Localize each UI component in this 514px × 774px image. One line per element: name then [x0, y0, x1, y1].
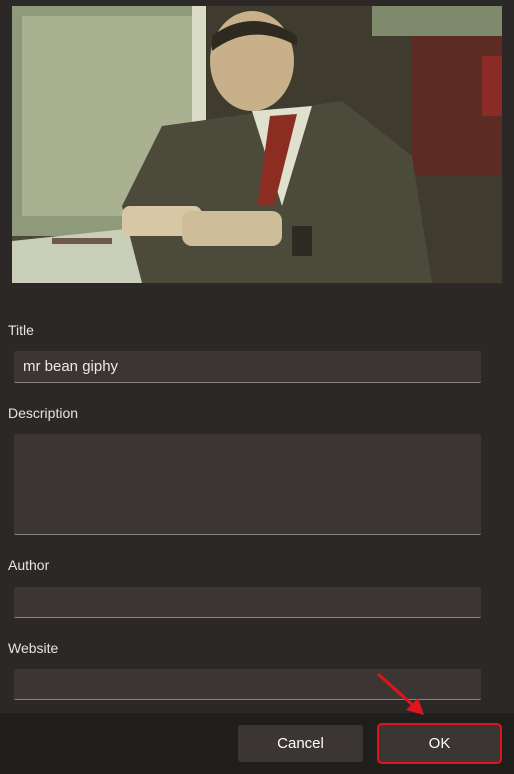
description-textarea[interactable] [14, 434, 481, 535]
preview-illustration [12, 6, 502, 283]
dialog-footer: Cancel OK [0, 713, 514, 774]
author-input[interactable] [14, 587, 481, 618]
gif-preview-image [12, 6, 502, 283]
website-label: Website [8, 640, 59, 656]
author-label: Author [8, 557, 50, 573]
cancel-button[interactable]: Cancel [238, 725, 363, 762]
gif-properties-dialog: Title Description Author Website Cancel … [0, 0, 514, 774]
title-label: Title [8, 322, 34, 338]
description-label: Description [8, 405, 79, 421]
annotation-arrow-icon [376, 672, 424, 715]
ok-button[interactable]: OK [377, 723, 502, 764]
title-input[interactable] [14, 351, 481, 383]
